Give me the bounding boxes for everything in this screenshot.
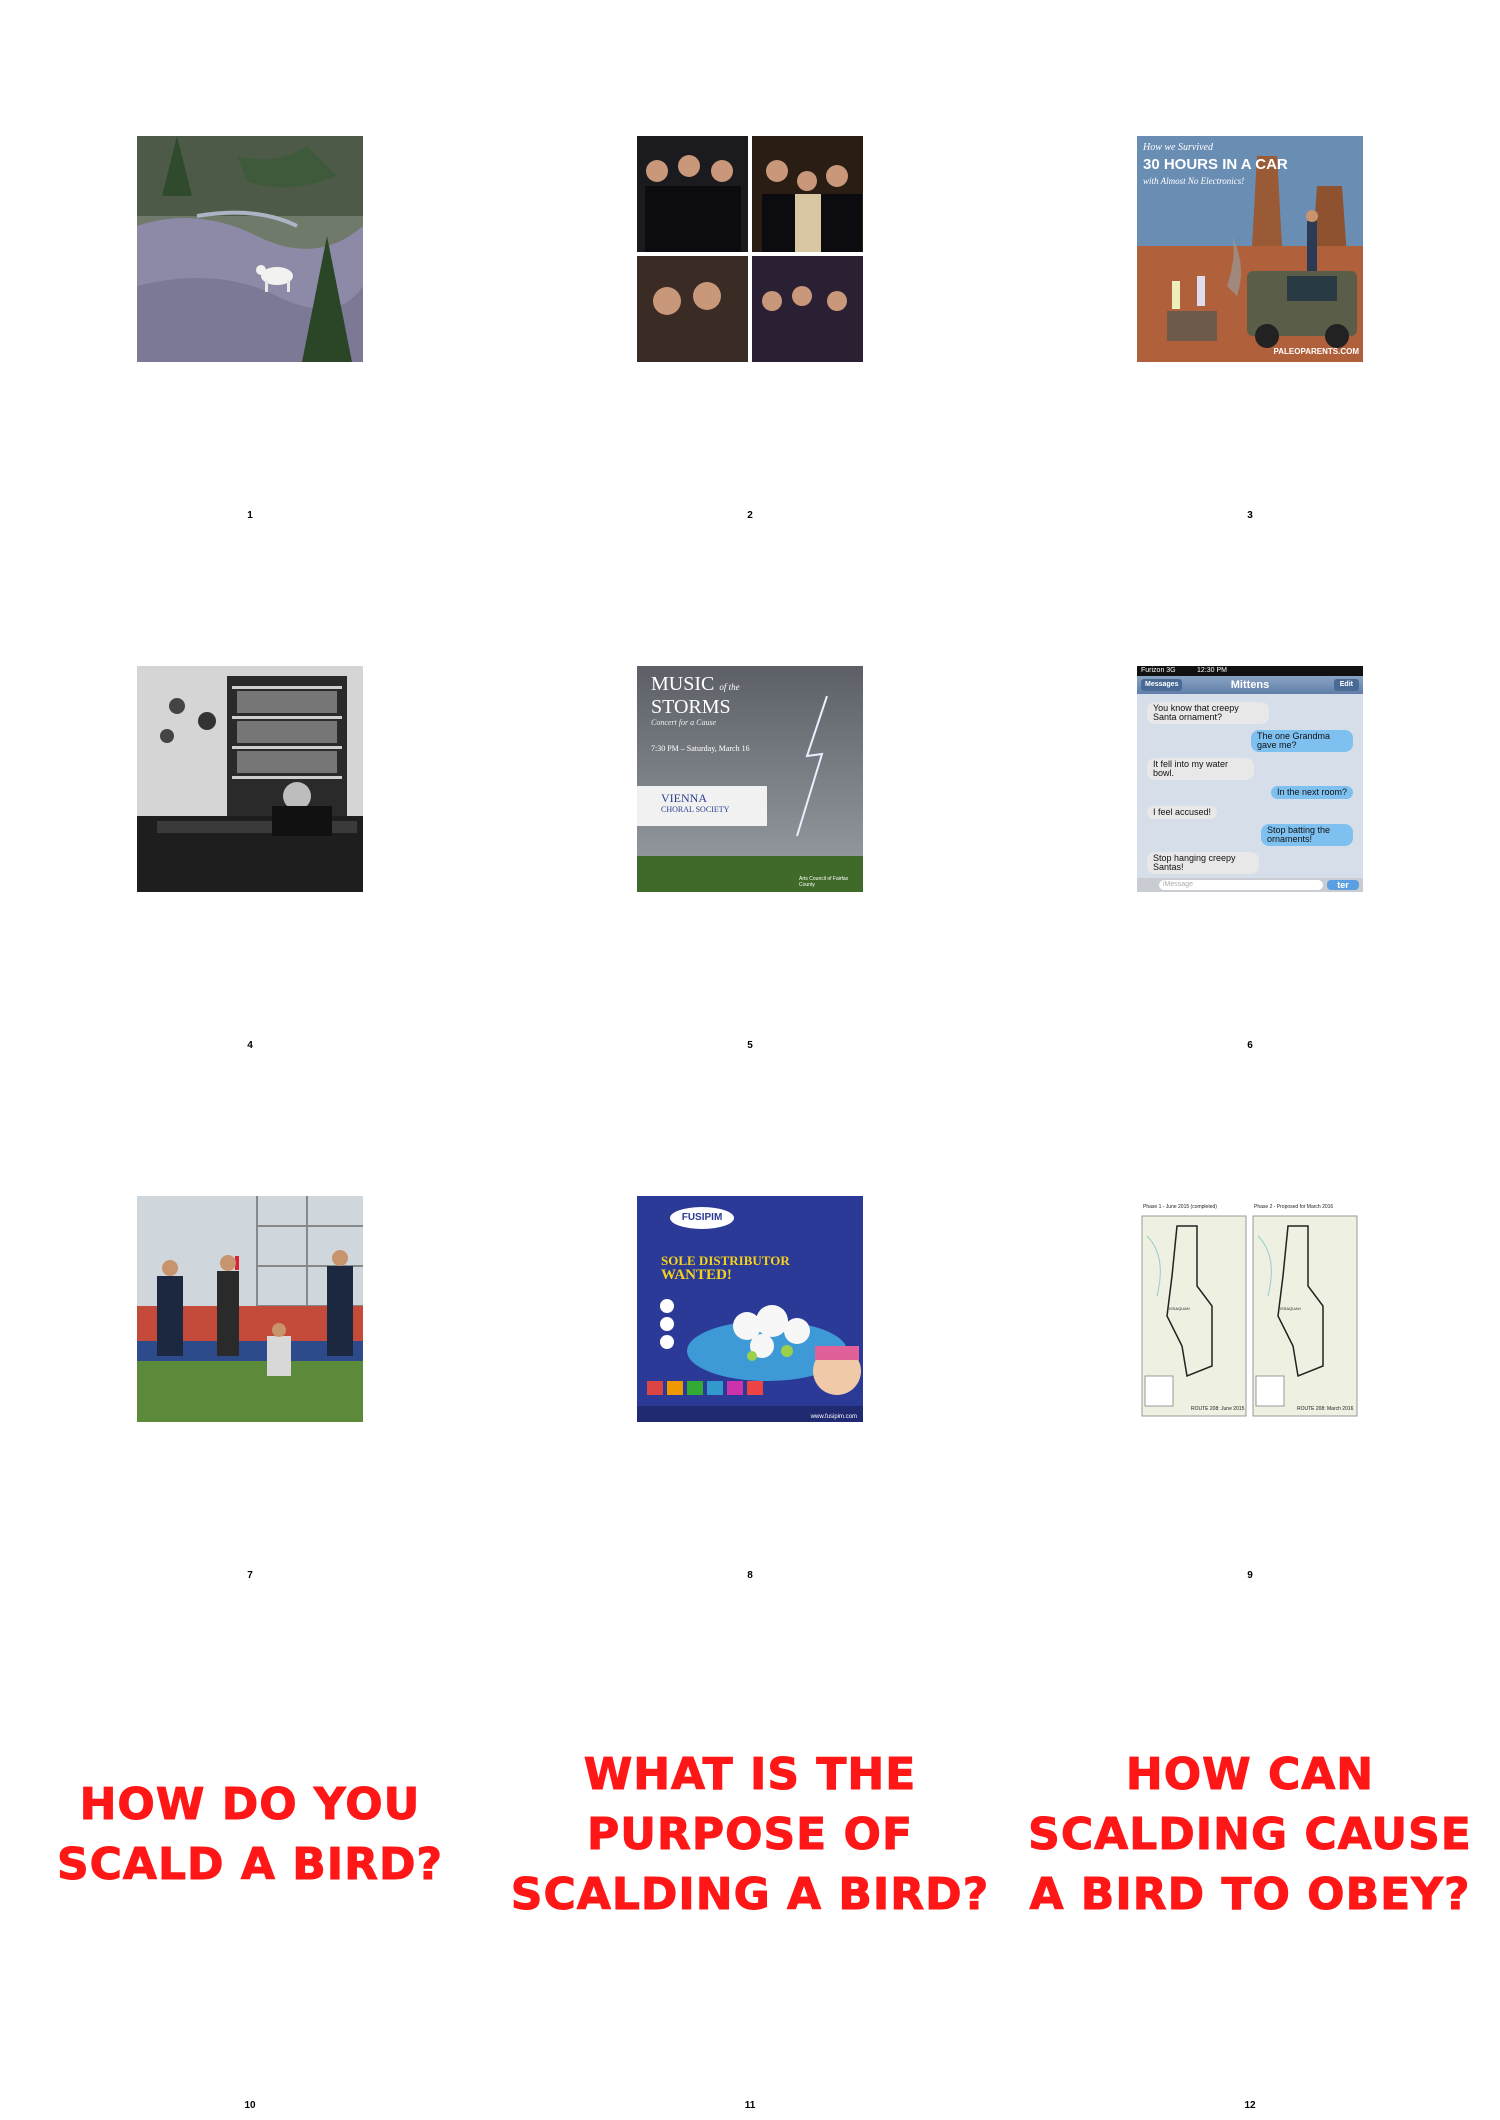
poster-date: 7:30 PM – Saturday, March 16: [651, 744, 750, 753]
grid-cell-10: HOW DO YOU SCALD A BIRD? 10: [0, 1590, 500, 2120]
map-route-b: ROUTE 208: March 2016: [1297, 1406, 1354, 1412]
distributor-ad: FUSIPIM SOLE DISTRIBUTOR WANTED! www.fus…: [637, 1196, 863, 1422]
grid-cell-4: 4: [0, 530, 500, 1060]
cell-number: 11: [744, 2100, 756, 2111]
message-bubble: In the next room?: [1270, 786, 1353, 799]
cell-number: 4: [247, 1040, 253, 1051]
grid-cell-2: 2: [500, 0, 1000, 530]
mountain-goat-photo: [137, 136, 363, 362]
celebrity-collage-photo: [637, 136, 863, 362]
grid-cell-3: How we Survived 30 HOURS IN A CAR with A…: [1000, 0, 1500, 530]
carrier-label: Furizon 3G: [1141, 667, 1176, 674]
question-text: WHAT IS THE PURPOSE OF SCALDING A BIRD?: [510, 1749, 990, 1921]
grid-cell-5: MUSIC of the STORMS Concert for a Cause …: [500, 530, 1000, 1060]
grid-cell-1: 1: [0, 0, 500, 530]
photo-credit: PALEOPARENTS.COM: [1273, 347, 1359, 356]
clock-label: 12:30 PM: [1197, 667, 1227, 674]
message-bubble: You know that creepy Santa ornament?: [1147, 702, 1269, 724]
message-bubble: Stop batting the ornaments!: [1261, 824, 1353, 846]
messages-back-button: Messages: [1141, 679, 1183, 691]
cell-number: 8: [747, 1570, 753, 1581]
man-at-desk-photo: [137, 666, 363, 892]
question-text: HOW DO YOU SCALD A BIRD?: [56, 1779, 444, 1891]
map-panel-a-title: Phase 1 - June 2015 (completed): [1143, 1204, 1217, 1210]
concert-poster: MUSIC of the STORMS Concert for a Cause …: [637, 666, 863, 892]
text-message-screenshot: Furizon 3G 12:30 PM Messages Mittens Edi…: [1137, 666, 1363, 892]
ad-website: www.fusipim.com: [810, 1414, 857, 1420]
poster-sponsor: Arts Council of Fairfax County: [799, 876, 849, 888]
grid-cell-8: FUSIPIM SOLE DISTRIBUTOR WANTED! www.fus…: [500, 1060, 1000, 1590]
ad-headline-b: WANTED!: [661, 1267, 732, 1283]
question-text: HOW CAN SCALDING CAUSE A BIRD TO OBEY?: [1028, 1749, 1472, 1921]
cell-number: 1: [247, 510, 253, 521]
grid-cell-9: Phase 1 - June 2015 (completed) Phase 2 …: [1000, 1060, 1500, 1590]
send-button: ter: [1327, 880, 1359, 890]
cell-number: 5: [747, 1040, 753, 1051]
map-route-a: ROUTE 208: June 2015: [1191, 1406, 1245, 1412]
grid-cell-11: WHAT IS THE PURPOSE OF SCALDING A BIRD? …: [500, 1590, 1000, 2120]
ad-headline-a: SOLE DISTRIBUTOR: [661, 1253, 790, 1268]
message-bubble: The one Grandma gave me?: [1251, 730, 1353, 752]
message-input: iMessage: [1159, 880, 1323, 890]
cell-number: 12: [1244, 2100, 1256, 2111]
poster-title-b: of the: [719, 682, 740, 692]
cell-number: 7: [247, 1570, 253, 1581]
cell-number: 9: [1247, 1570, 1253, 1581]
poster-org-a: VIENNA: [661, 791, 707, 805]
brand-logo: FUSIPIM: [681, 1212, 723, 1223]
message-bubble: I feel accused!: [1147, 806, 1218, 819]
overlay-line-1: How we Survived: [1143, 142, 1213, 153]
edit-button: Edit: [1333, 679, 1359, 691]
grid-cell-12: HOW CAN SCALDING CAUSE A BIRD TO OBEY? 1…: [1000, 1590, 1500, 2120]
message-bubble: Stop hanging creepy Santas!: [1147, 852, 1259, 874]
road-trip-photo: How we Survived 30 HOURS IN A CAR with A…: [1137, 136, 1363, 362]
poster-org-b: CHORAL SOCIETY: [661, 805, 730, 814]
cell-number: 2: [747, 510, 753, 521]
overlay-line-3: with Almost No Electronics!: [1143, 176, 1245, 186]
poster-title-a: MUSIC: [651, 673, 715, 695]
poster-title-c: STORMS: [651, 696, 731, 718]
contact-name: Mittens: [1230, 679, 1270, 691]
football-match-photo: [137, 1196, 363, 1422]
grid-cell-7: 7: [0, 1060, 500, 1590]
grid-cell-6: Furizon 3G 12:30 PM Messages Mittens Edi…: [1000, 530, 1500, 1060]
poster-subtitle: Concert for a Cause: [651, 718, 717, 727]
map-town-b: ISSAQUAH: [1280, 1306, 1301, 1311]
map-town-a: ISSAQUAH: [1169, 1306, 1190, 1311]
cell-number: 3: [1247, 510, 1253, 521]
cell-number: 10: [244, 2100, 256, 2111]
message-bubble: It fell into my water bowl.: [1147, 758, 1254, 780]
route-map-comparison: Phase 1 - June 2015 (completed) Phase 2 …: [1137, 1196, 1363, 1422]
cell-number: 6: [1247, 1040, 1253, 1051]
map-panel-b-title: Phase 2 - Proposed for March 2016: [1254, 1204, 1334, 1210]
overlay-line-2: 30 HOURS IN A CAR: [1143, 156, 1288, 173]
